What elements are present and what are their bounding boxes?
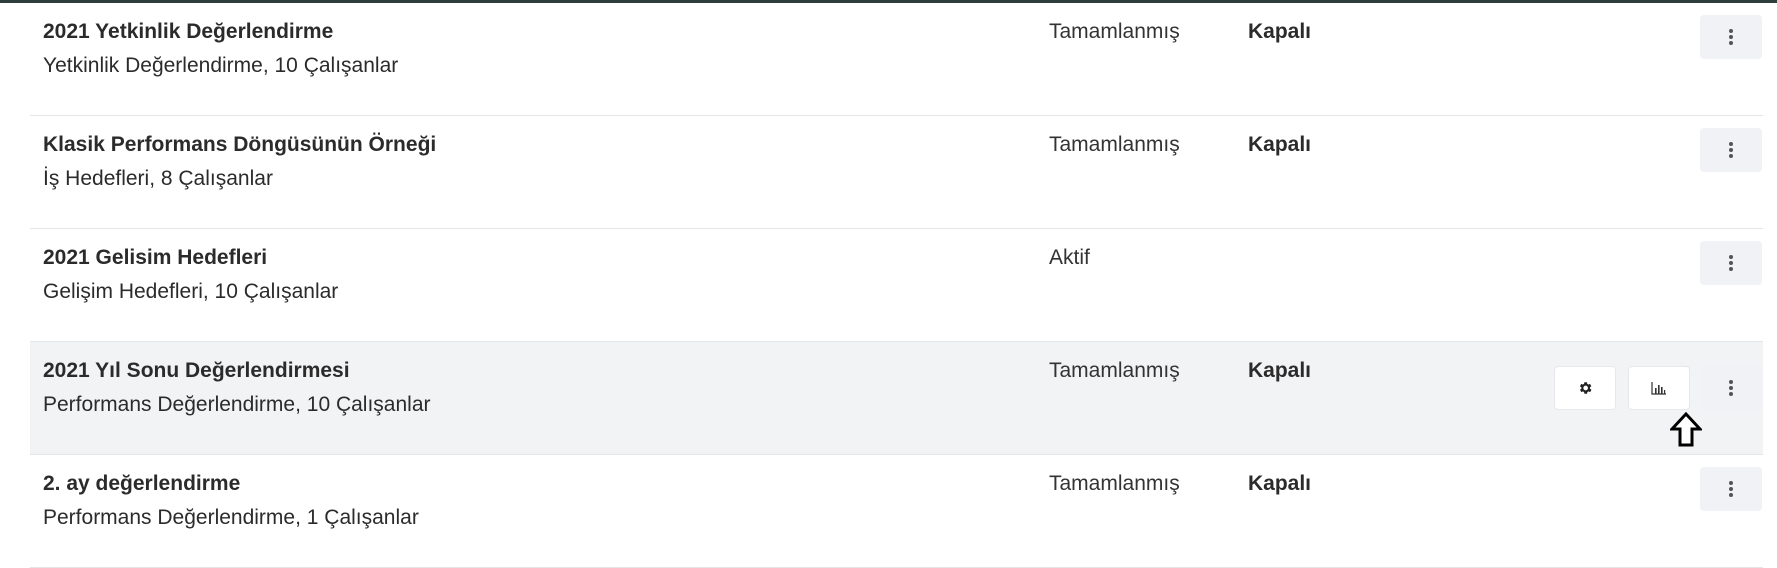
item-title[interactable]: 2021 Yetkinlik Değerlendirme [43,20,333,44]
more-options-button[interactable] [1700,467,1762,511]
item-status: Tamamlanmış [1049,472,1180,495]
item-visibility: Kapalı [1248,359,1312,382]
list-item[interactable]: 2. ay değerlendirme Performans Değerlend… [30,455,1763,568]
item-status: Tamamlanmış [1049,133,1180,156]
item-subtitle: Yetkinlik Değerlendirme, 10 Çalışanlar [43,54,399,77]
more-options-button[interactable] [1700,241,1762,285]
up-arrow-cursor-icon [1670,412,1702,447]
item-subtitle: Performans Değerlendirme, 10 Çalışanlar [43,393,431,416]
list-item[interactable]: 2021 Yetkinlik Değerlendirme Yetkinlik D… [30,3,1763,116]
more-options-button[interactable] [1700,15,1762,59]
bar-chart-icon [1651,382,1666,395]
more-vertical-icon [1729,142,1733,158]
more-options-button[interactable] [1700,366,1762,410]
list-item[interactable]: Klasik Performans Döngüsünün Örneği İş H… [30,116,1763,229]
more-vertical-icon [1729,29,1733,45]
item-subtitle: Performans Değerlendirme, 1 Çalışanlar [43,506,419,529]
item-visibility: Kapalı [1248,133,1312,156]
item-status: Tamamlanmış [1049,20,1180,43]
item-status: Tamamlanmış [1049,359,1180,382]
evaluation-list: 2021 Yetkinlik Değerlendirme Yetkinlik D… [30,3,1763,568]
item-visibility: Kapalı [1248,20,1312,43]
report-button[interactable] [1628,366,1690,410]
item-title[interactable]: Klasik Performans Döngüsünün Örneği [43,133,436,157]
item-visibility: Kapalı [1248,472,1312,495]
item-title[interactable]: 2021 Gelisim Hedefleri [43,246,267,270]
more-vertical-icon [1729,481,1733,497]
more-options-button[interactable] [1700,128,1762,172]
more-vertical-icon [1729,380,1733,396]
item-title[interactable]: 2. ay değerlendirme [43,472,240,496]
item-subtitle: Gelişim Hedefleri, 10 Çalışanlar [43,280,339,303]
more-vertical-icon [1729,255,1733,271]
gear-icon [1579,382,1592,394]
list-item-hovered[interactable]: 2021 Yıl Sonu Değerlendirmesi Performans… [30,342,1763,455]
settings-button[interactable] [1554,366,1616,410]
item-status: Aktif [1049,246,1090,269]
item-title[interactable]: 2021 Yıl Sonu Değerlendirmesi [43,359,350,383]
item-subtitle: İş Hedefleri, 8 Çalışanlar [43,167,273,190]
list-item[interactable]: 2021 Gelisim Hedefleri Gelişim Hedefleri… [30,229,1763,342]
